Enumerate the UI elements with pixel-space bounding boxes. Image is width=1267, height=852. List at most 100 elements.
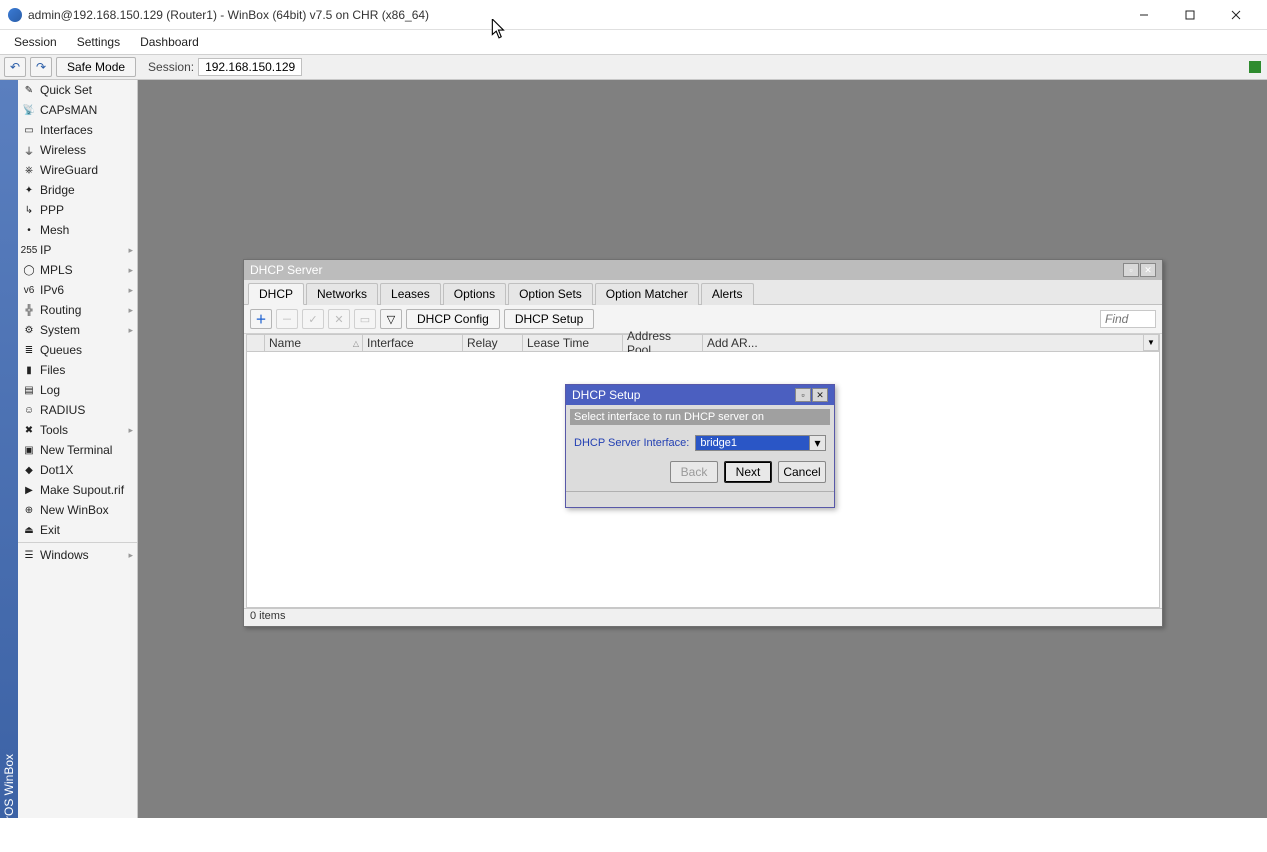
column-interface[interactable]: Interface: [363, 335, 463, 351]
sidebar-item-new-winbox[interactable]: ⊕New WinBox: [18, 500, 137, 520]
tab-leases[interactable]: Leases: [380, 283, 441, 305]
sort-icon: △: [353, 339, 359, 348]
column-relay[interactable]: Relay: [463, 335, 523, 351]
submenu-arrow-icon: ▸: [128, 305, 133, 316]
connection-status-icon: [1249, 61, 1261, 73]
dhcp-window-restore-button[interactable]: ▫: [1123, 263, 1139, 277]
sidebar-icon: ⎈: [22, 163, 36, 177]
column-address-pool[interactable]: Address Pool: [623, 335, 703, 351]
dhcp-status-bar: 0 items: [244, 608, 1162, 626]
sidebar-item-mpls[interactable]: ◯MPLS▸: [18, 260, 137, 280]
setup-interface-dropdown-button[interactable]: ▾: [810, 435, 826, 451]
sidebar-item-label: IPv6: [40, 283, 64, 297]
menu-session[interactable]: Session: [6, 33, 65, 51]
sidebar-item-windows[interactable]: ☰Windows▸: [18, 545, 137, 565]
sidebar-item-interfaces[interactable]: ▭Interfaces: [18, 120, 137, 140]
dhcp-setup-button[interactable]: DHCP Setup: [504, 309, 594, 329]
setup-interface-value: bridge1: [695, 435, 810, 451]
tab-alerts[interactable]: Alerts: [701, 283, 754, 305]
dhcp-window-title: DHCP Server: [250, 263, 322, 277]
tab-option-matcher[interactable]: Option Matcher: [595, 283, 699, 305]
tab-option-sets[interactable]: Option Sets: [508, 283, 593, 305]
comment-button[interactable]: ▭: [354, 309, 376, 329]
grid-handle-column[interactable]: [247, 335, 265, 351]
sidebar-item-radius[interactable]: ☺RADIUS: [18, 400, 137, 420]
filter-button[interactable]: ▽: [380, 309, 402, 329]
sidebar-icon: ⏚: [22, 143, 36, 157]
sidebar-item-system[interactable]: ⚙System▸: [18, 320, 137, 340]
close-button[interactable]: [1213, 0, 1259, 30]
titlebar: admin@192.168.150.129 (Router1) - WinBox…: [0, 0, 1267, 30]
sidebar-item-label: New Terminal: [40, 443, 112, 457]
sidebar-icon: ◯: [22, 263, 36, 277]
sidebar-item-new-terminal[interactable]: ▣ New Terminal: [18, 440, 137, 460]
remove-button[interactable]: －: [276, 309, 298, 329]
setup-interface-select[interactable]: bridge1 ▾: [695, 435, 826, 451]
back-button[interactable]: Back: [670, 461, 718, 483]
sidebar-icon: ✖: [22, 423, 36, 437]
redo-button[interactable]: ↷: [30, 57, 52, 77]
sidebar-item-ip[interactable]: 255IP▸: [18, 240, 137, 260]
minimize-button[interactable]: [1121, 0, 1167, 30]
find-input[interactable]: [1100, 310, 1156, 328]
sidebar-icon: ╬: [22, 303, 36, 317]
maximize-button[interactable]: [1167, 0, 1213, 30]
sidebar-item-wireless[interactable]: ⏚Wireless: [18, 140, 137, 160]
cancel-button[interactable]: Cancel: [778, 461, 826, 483]
columns-dropdown[interactable]: ▼: [1143, 334, 1159, 351]
sidebar-item-exit[interactable]: ⏏Exit: [18, 520, 137, 540]
undo-button[interactable]: ↶: [4, 57, 26, 77]
sidebar-icon: ↳: [22, 203, 36, 217]
sidebar-icon: v6: [22, 283, 36, 297]
setup-restore-button[interactable]: ▫: [795, 388, 811, 402]
sidebar-icon: ▣: [22, 443, 36, 457]
add-button[interactable]: ＋: [250, 309, 272, 329]
sidebar-item-label: Files: [40, 363, 65, 377]
dhcp-tabs: DHCPNetworksLeasesOptionsOption SetsOpti…: [244, 280, 1162, 305]
sidebar-item-bridge[interactable]: ✦Bridge: [18, 180, 137, 200]
sidebar-icon: ▶: [22, 483, 36, 497]
sidebar-item-label: Dot1X: [40, 463, 73, 477]
setup-titlebar[interactable]: DHCP Setup ▫ ✕: [566, 385, 834, 405]
sidebar-item-queues[interactable]: ≣Queues: [18, 340, 137, 360]
next-button[interactable]: Next: [724, 461, 772, 483]
workspace: DHCP Server ▫ ✕ DHCPNetworksLeasesOption…: [138, 80, 1267, 818]
sidebar-item-log[interactable]: ▤Log: [18, 380, 137, 400]
setup-close-button[interactable]: ✕: [812, 388, 828, 402]
sidebar-item-tools[interactable]: ✖Tools▸: [18, 420, 137, 440]
safe-mode-button[interactable]: Safe Mode: [56, 57, 136, 77]
menu-settings[interactable]: Settings: [69, 33, 128, 51]
column-lease-time[interactable]: Lease Time: [523, 335, 623, 351]
tab-options[interactable]: Options: [443, 283, 506, 305]
sidebar-item-capsman[interactable]: 📡CAPsMAN: [18, 100, 137, 120]
menu-dashboard[interactable]: Dashboard: [132, 33, 207, 51]
sidebar-item-dot1x[interactable]: ◆ Dot1X: [18, 460, 137, 480]
sidebar-item-label: IP: [40, 243, 51, 257]
sidebar-icon: ▮: [22, 363, 36, 377]
sidebar-item-label: New WinBox: [40, 503, 109, 517]
sidebar-item-ppp[interactable]: ↳PPP: [18, 200, 137, 220]
column-add-arp[interactable]: Add AR...: [703, 335, 1159, 351]
sidebar-icon: ☰: [22, 548, 36, 562]
tab-networks[interactable]: Networks: [306, 283, 378, 305]
dhcp-window-titlebar[interactable]: DHCP Server ▫ ✕: [244, 260, 1162, 280]
window-title: admin@192.168.150.129 (Router1) - WinBox…: [28, 8, 1121, 22]
sidebar-item-ipv6[interactable]: v6IPv6▸: [18, 280, 137, 300]
dhcp-window-close-button[interactable]: ✕: [1140, 263, 1156, 277]
sidebar-icon: ◆: [22, 463, 36, 477]
sidebar: ✎Quick Set📡CAPsMAN▭Interfaces⏚Wireless⎈W…: [18, 80, 138, 818]
enable-button[interactable]: ✓: [302, 309, 324, 329]
disable-button[interactable]: ✕: [328, 309, 350, 329]
column-name[interactable]: Name△: [265, 335, 363, 351]
sidebar-item-mesh[interactable]: •Mesh: [18, 220, 137, 240]
tab-dhcp[interactable]: DHCP: [248, 283, 304, 305]
sidebar-item-quick-set[interactable]: ✎Quick Set: [18, 80, 137, 100]
sidebar-item-files[interactable]: ▮ Files: [18, 360, 137, 380]
dhcp-config-button[interactable]: DHCP Config: [406, 309, 500, 329]
sidebar-item-wireguard[interactable]: ⎈WireGuard: [18, 160, 137, 180]
redo-icon: ↷: [36, 60, 46, 74]
setup-title: DHCP Setup: [572, 388, 640, 402]
sidebar-item-make-supout-rif[interactable]: ▶Make Supout.rif: [18, 480, 137, 500]
dhcp-grid-header: Name△ Interface Relay Lease Time Address…: [246, 334, 1160, 352]
sidebar-item-routing[interactable]: ╬Routing▸: [18, 300, 137, 320]
